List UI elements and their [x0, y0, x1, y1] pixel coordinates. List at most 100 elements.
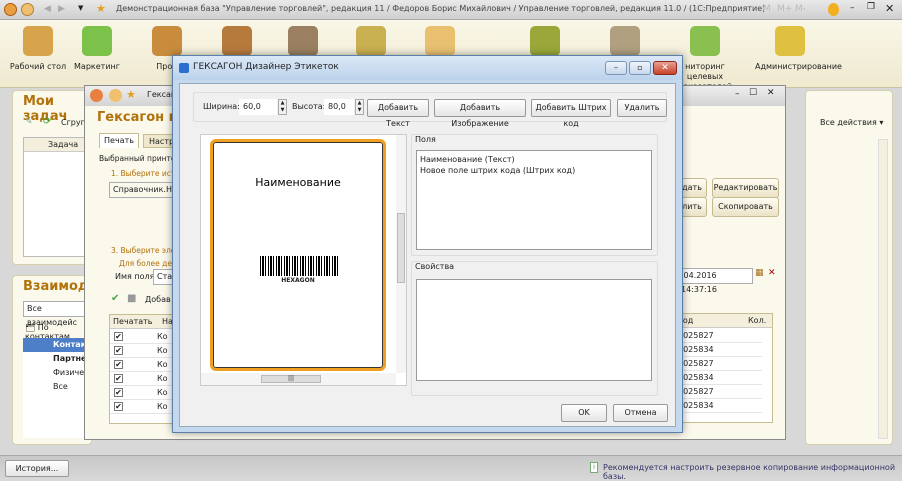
tab-print[interactable]: Печать: [99, 133, 139, 148]
ribbon-item[interactable]: Маркетинг: [62, 24, 132, 72]
print-checkbox[interactable]: ✔: [114, 346, 123, 355]
width-label: Ширина:: [203, 102, 240, 111]
table-row[interactable]: 0025834: [678, 399, 762, 413]
memory-m-button[interactable]: M: [763, 4, 771, 14]
field-item[interactable]: Новое поле штрих кода (Штрих код): [420, 165, 648, 176]
ok-button[interactable]: OK: [561, 404, 607, 422]
column-print[interactable]: Печатать: [110, 315, 162, 329]
section-icon: [288, 26, 318, 56]
dialog-minimize-button[interactable]: –: [605, 61, 627, 75]
table-row[interactable]: 0025827: [678, 329, 762, 343]
table-row[interactable]: 0025827: [678, 357, 762, 371]
fields-group: Поля Наименование (Текст) Новое поле штр…: [411, 134, 658, 256]
print-checkbox[interactable]: ✔: [114, 360, 123, 369]
group-button[interactable]: Сгруп: [61, 118, 86, 127]
dropdown-icon[interactable]: ▼: [78, 4, 83, 12]
source-field[interactable]: Справочник.Номе: [109, 182, 188, 198]
inner-logo-icon[interactable]: [90, 89, 103, 102]
table-row[interactable]: ✔ Ко: [110, 386, 173, 400]
table-row[interactable]: ✔ Ко: [110, 344, 173, 358]
delete-button[interactable]: Удалить: [617, 99, 667, 117]
canvas-vscrollbar[interactable]: [396, 135, 406, 373]
favorite-star-icon[interactable]: ★: [96, 2, 106, 15]
print-checkbox[interactable]: ✔: [114, 402, 123, 411]
uncheck-all-icon[interactable]: ■: [127, 293, 136, 304]
inner-title: Гексаг: [147, 90, 176, 99]
all-actions-menu[interactable]: Все действия ▾: [820, 118, 883, 127]
print-checkbox[interactable]: ✔: [114, 374, 123, 383]
row-name: Ко: [157, 374, 168, 383]
dialog-body: Ширина: 60,0 ▲ ▼ Высота: 80,0 ▲ ▼ Добавить…: [179, 83, 676, 427]
ribbon-item[interactable]: Администрирование: [755, 24, 842, 72]
width-input[interactable]: 60,0: [239, 99, 277, 115]
inner-menu-icon[interactable]: [109, 89, 122, 102]
inner-star-icon[interactable]: ★: [126, 88, 136, 101]
section-icon: [356, 26, 386, 56]
restore-button[interactable]: ❐: [867, 2, 875, 12]
forward-icon[interactable]: ▶: [58, 4, 65, 14]
row-name: Ко: [157, 360, 168, 369]
table-row[interactable]: ✔ Ко: [110, 400, 173, 414]
add-text-button[interactable]: Добавить Текст: [367, 99, 429, 128]
dialog-close-button[interactable]: ✕: [653, 61, 677, 75]
date-field[interactable]: .04.2016 14:37:16: [677, 268, 753, 294]
inner-minimize-button[interactable]: –: [735, 89, 740, 99]
clear-icon[interactable]: ✕: [768, 268, 776, 278]
add-barcode-button[interactable]: Добавить Штрих код: [531, 99, 611, 128]
app-logo-icon[interactable]: [4, 3, 17, 16]
history-button[interactable]: История...: [5, 460, 69, 477]
table-row[interactable]: ✔ Ко: [110, 372, 173, 386]
inner-close-button[interactable]: ✕: [767, 88, 775, 98]
inner-maximize-button[interactable]: ☐: [749, 88, 757, 98]
cancel-button[interactable]: Отмена: [613, 404, 668, 422]
memory-mplus-button[interactable]: M+: [777, 4, 792, 14]
edit-icon[interactable]: ✎: [25, 117, 33, 127]
properties-group: Свойства: [411, 261, 658, 396]
check-all-icon[interactable]: ✔: [111, 293, 119, 304]
info-icon[interactable]: [828, 3, 839, 16]
width-spinner[interactable]: ▲ ▼: [278, 99, 287, 115]
ribbon-item-label: Рабочий стол: [9, 62, 67, 71]
column-code[interactable]: код: [678, 314, 748, 328]
section-icon: [690, 26, 720, 56]
add-button[interactable]: Добав: [145, 295, 171, 304]
right-scrollbar[interactable]: [878, 139, 888, 439]
items-table-left: Печатать На ✔ Ко ✔ Ко ✔ Ко ✔ Ко ✔ Ко ✔ Ко: [109, 314, 174, 424]
label-canvas[interactable]: Наименование HEXAGON |||: [200, 134, 407, 386]
label-preview[interactable]: Наименование HEXAGON: [210, 139, 386, 371]
table-row[interactable]: ✔ Ко: [110, 358, 173, 372]
backup-recommendation-link[interactable]: Рекомендуется настроить резервное копиро…: [603, 463, 902, 481]
refresh-icon[interactable]: ⟳: [43, 116, 51, 127]
field-item[interactable]: Наименование (Текст): [420, 154, 648, 165]
table-row[interactable]: 0025827: [678, 385, 762, 399]
row-code: 0025827: [678, 359, 714, 368]
back-icon[interactable]: ◀: [44, 4, 51, 14]
column-qty[interactable]: Кол.: [748, 316, 766, 325]
table-row[interactable]: 0025834: [678, 371, 762, 385]
menu-icon[interactable]: [21, 3, 34, 16]
height-input[interactable]: 80,0: [324, 99, 354, 115]
print-checkbox[interactable]: ✔: [114, 332, 123, 341]
barcode[interactable]: [260, 256, 338, 276]
memory-mminus-button[interactable]: M-: [795, 4, 806, 14]
print-checkbox[interactable]: ✔: [114, 388, 123, 397]
properties-list[interactable]: [416, 279, 652, 381]
label-name-text[interactable]: Наименование: [213, 176, 383, 189]
section-icon: [23, 26, 53, 56]
calendar-icon[interactable]: ▦: [755, 268, 764, 278]
add-image-button[interactable]: Добавить Изображение: [434, 99, 526, 128]
table-row[interactable]: ✔ Ко: [110, 330, 173, 344]
copy-button[interactable]: Скопировать: [712, 197, 779, 217]
fields-list[interactable]: Наименование (Текст) Новое поле штрих ко…: [416, 150, 652, 250]
right-panel: Все действия ▾: [805, 90, 893, 445]
dialog-maximize-button[interactable]: ▫: [629, 61, 651, 75]
height-spinner[interactable]: ▲ ▼: [355, 99, 364, 115]
close-button[interactable]: ✕: [885, 2, 894, 15]
table-row[interactable]: 0025834: [678, 343, 762, 357]
main-titlebar: ◀ ▶ ▼ ★ Демонстрационная база "Управлени…: [0, 0, 902, 20]
edit-button[interactable]: Редактировать: [712, 178, 779, 198]
minimize-button[interactable]: –: [850, 3, 855, 13]
items-table-right: код Кол. 0025827 0025834 0025827 0025834 0025…: [677, 313, 773, 423]
height-label: Высота:: [292, 102, 326, 111]
canvas-hscrollbar[interactable]: |||: [201, 373, 396, 385]
